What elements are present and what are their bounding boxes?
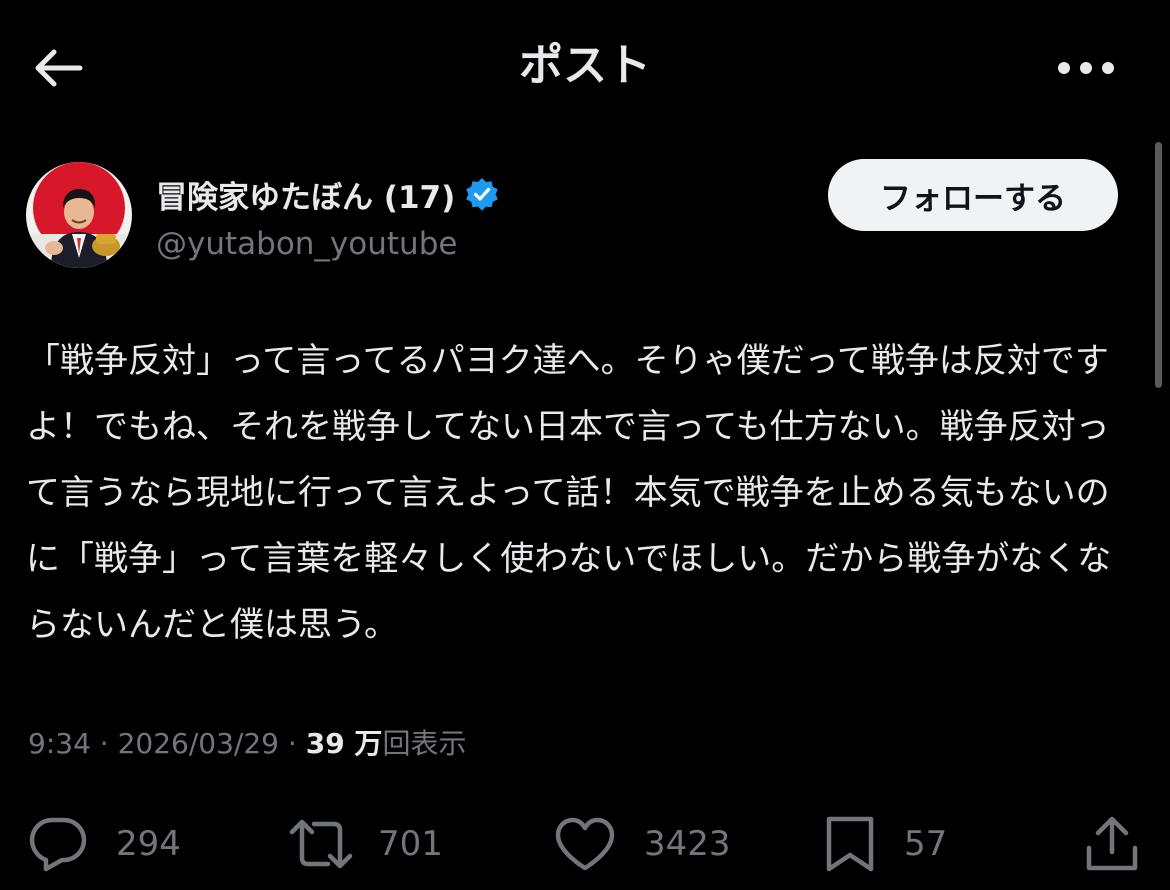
follow-button[interactable]: フォローする bbox=[828, 159, 1118, 231]
meta-separator: · bbox=[99, 727, 109, 760]
post-date[interactable]: 2026/03/29 bbox=[118, 727, 279, 760]
reply-count: 294 bbox=[116, 824, 181, 864]
heart-icon bbox=[555, 817, 615, 871]
views-label: 回表示 bbox=[382, 727, 467, 760]
page-title: ポスト bbox=[519, 40, 651, 91]
reply-icon bbox=[29, 817, 87, 872]
bookmark-button[interactable]: 57 bbox=[824, 806, 947, 882]
meta-separator: · bbox=[287, 727, 297, 760]
author-display-name[interactable]: 冒険家ゆたぼん (17) bbox=[156, 172, 455, 217]
bookmark-count: 57 bbox=[904, 824, 948, 864]
repost-count: 701 bbox=[378, 824, 443, 864]
scrollbar[interactable] bbox=[1155, 142, 1162, 388]
like-count: 3423 bbox=[644, 824, 731, 864]
author-info: 冒険家ゆたぼん (17) @yutabon_youtube bbox=[156, 170, 499, 264]
repost-icon bbox=[289, 819, 353, 869]
bookmark-icon bbox=[826, 816, 874, 872]
avatar-image bbox=[26, 162, 132, 268]
post-time[interactable]: 9:34 bbox=[28, 727, 91, 760]
author-handle[interactable]: @yutabon_youtube bbox=[156, 224, 499, 264]
reply-button[interactable]: 294 bbox=[28, 806, 181, 882]
action-bar: 294 701 3423 57 bbox=[0, 806, 1170, 882]
avatar[interactable] bbox=[26, 162, 132, 268]
repost-button[interactable]: 701 bbox=[288, 806, 443, 882]
top-bar: ポスト bbox=[0, 0, 1170, 134]
post-text: 「戦争反対」って言ってるパヨク達へ。そりゃ僕だって戦争は反対ですよ！でもね、それ… bbox=[26, 341, 1112, 645]
more-horizontal-icon bbox=[1058, 62, 1114, 74]
like-button[interactable]: 3423 bbox=[554, 806, 731, 882]
verified-badge-icon bbox=[466, 178, 499, 211]
views-count[interactable]: 39 万 bbox=[306, 727, 383, 760]
share-button[interactable] bbox=[1084, 806, 1140, 882]
share-icon bbox=[1086, 816, 1138, 871]
more-options-button[interactable] bbox=[1050, 40, 1122, 96]
post-meta: 9:34 · 2026/03/29 · 39 万回表示 bbox=[28, 722, 466, 766]
